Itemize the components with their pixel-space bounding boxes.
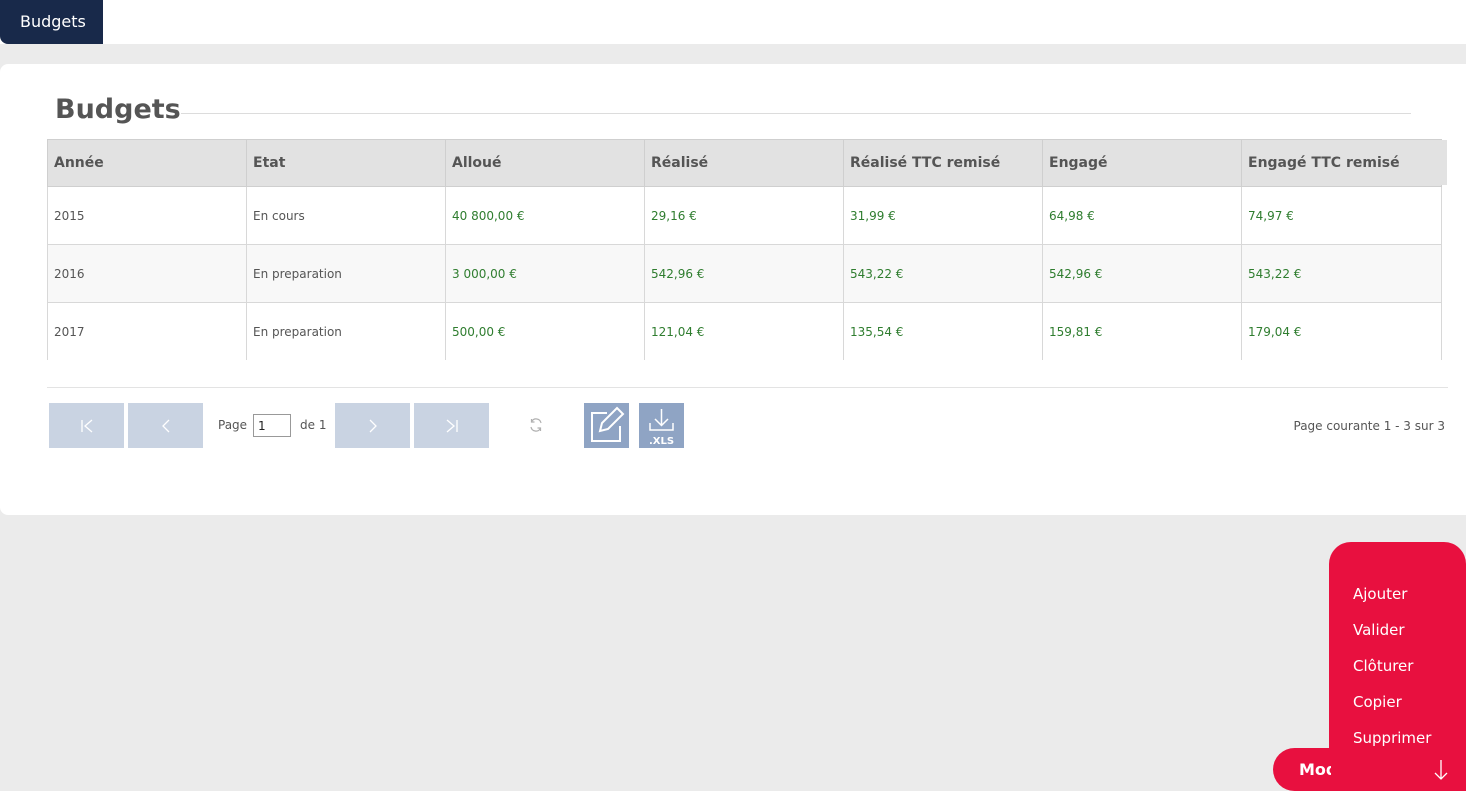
table-scroll-edge	[1441, 140, 1447, 185]
table-row[interactable]: 2017 En preparation 500,00 € 121,04 € 13…	[47, 302, 1442, 360]
budgets-table: Année Etat Alloué Réalisé Réalisé TTC re…	[47, 139, 1447, 360]
first-page-icon	[80, 419, 92, 432]
cell-engage-ttc-remise: 179,04 €	[1241, 302, 1442, 360]
menu-item-copier[interactable]: Copier	[1353, 693, 1402, 711]
cell-alloue: 3 000,00 €	[445, 244, 645, 303]
last-page-icon	[446, 419, 458, 432]
cell-engage-ttc-remise: 543,22 €	[1241, 244, 1442, 303]
cell-engage: 542,96 €	[1042, 244, 1242, 303]
budgets-panel: Budgets Année Etat Alloué Réalisé Réalis…	[0, 64, 1466, 515]
column-header-engage-ttc-remise[interactable]: Engagé TTC remisé	[1241, 139, 1442, 187]
tab-budgets[interactable]: Budgets	[0, 0, 103, 44]
first-page-button[interactable]	[49, 403, 124, 448]
menu-item-supprimer[interactable]: Supprimer	[1353, 729, 1431, 747]
edit-button[interactable]	[584, 403, 629, 448]
export-xls-button[interactable]: .XLS	[639, 403, 684, 448]
last-page-button[interactable]	[414, 403, 489, 448]
column-header-annee[interactable]: Année	[47, 139, 247, 187]
cell-etat: En cours	[246, 186, 446, 245]
cell-realise: 542,96 €	[644, 244, 844, 303]
top-bar: Budgets	[0, 0, 1466, 44]
cell-etat: En preparation	[246, 302, 446, 360]
column-header-realise-ttc-remise[interactable]: Réalisé TTC remisé	[843, 139, 1043, 187]
page-count-label: de 1	[300, 418, 327, 432]
cell-realise-ttc-remise: 135,54 €	[843, 302, 1043, 360]
refresh-icon	[530, 418, 542, 432]
cell-realise-ttc-remise: 543,22 €	[843, 244, 1043, 303]
xls-label: .XLS	[649, 436, 674, 447]
refresh-button[interactable]	[528, 417, 544, 437]
cell-realise: 29,16 €	[644, 186, 844, 245]
cell-alloue: 500,00 €	[445, 302, 645, 360]
cell-annee: 2015	[47, 186, 247, 245]
table-row[interactable]: 2015 En cours 40 800,00 € 29,16 € 31,99 …	[47, 186, 1442, 245]
table-row[interactable]: 2016 En preparation 3 000,00 € 542,96 € …	[47, 244, 1442, 303]
cell-etat: En preparation	[246, 244, 446, 303]
column-header-alloue[interactable]: Alloué	[445, 139, 645, 187]
next-page-button[interactable]	[335, 403, 410, 448]
pager-status: Page courante 1 - 3 sur 3	[1293, 419, 1446, 433]
download-xls-icon: .XLS	[649, 409, 674, 447]
menu-item-cloturer[interactable]: Clôturer	[1353, 657, 1413, 675]
page-label: Page	[218, 418, 248, 432]
next-page-icon	[369, 419, 377, 432]
arrow-down-icon	[1434, 760, 1448, 780]
page-number-input[interactable]	[253, 414, 291, 437]
modify-menu-label: Modifier	[1299, 760, 1331, 779]
cell-annee: 2016	[47, 244, 247, 303]
cell-realise: 121,04 €	[644, 302, 844, 360]
prev-page-icon	[161, 419, 169, 432]
cell-engage: 64,98 €	[1042, 186, 1242, 245]
cell-realise-ttc-remise: 31,99 €	[843, 186, 1043, 245]
modify-menu-button[interactable]: Modifier	[1273, 748, 1466, 791]
cell-annee: 2017	[47, 302, 247, 360]
cell-engage: 159,81 €	[1042, 302, 1242, 360]
cell-alloue: 40 800,00 €	[445, 186, 645, 245]
pager-divider	[47, 387, 1448, 388]
table-header-row: Année Etat Alloué Réalisé Réalisé TTC re…	[47, 139, 1442, 187]
prev-page-button[interactable]	[128, 403, 203, 448]
menu-item-valider[interactable]: Valider	[1353, 621, 1405, 639]
column-header-engage[interactable]: Engagé	[1042, 139, 1242, 187]
page-title: Budgets	[55, 94, 181, 125]
column-header-etat[interactable]: Etat	[246, 139, 446, 187]
title-divider	[181, 113, 1411, 114]
menu-item-ajouter[interactable]: Ajouter	[1353, 585, 1407, 603]
edit-icon	[591, 406, 625, 442]
cell-engage-ttc-remise: 74,97 €	[1241, 186, 1442, 245]
column-header-realise[interactable]: Réalisé	[644, 139, 844, 187]
